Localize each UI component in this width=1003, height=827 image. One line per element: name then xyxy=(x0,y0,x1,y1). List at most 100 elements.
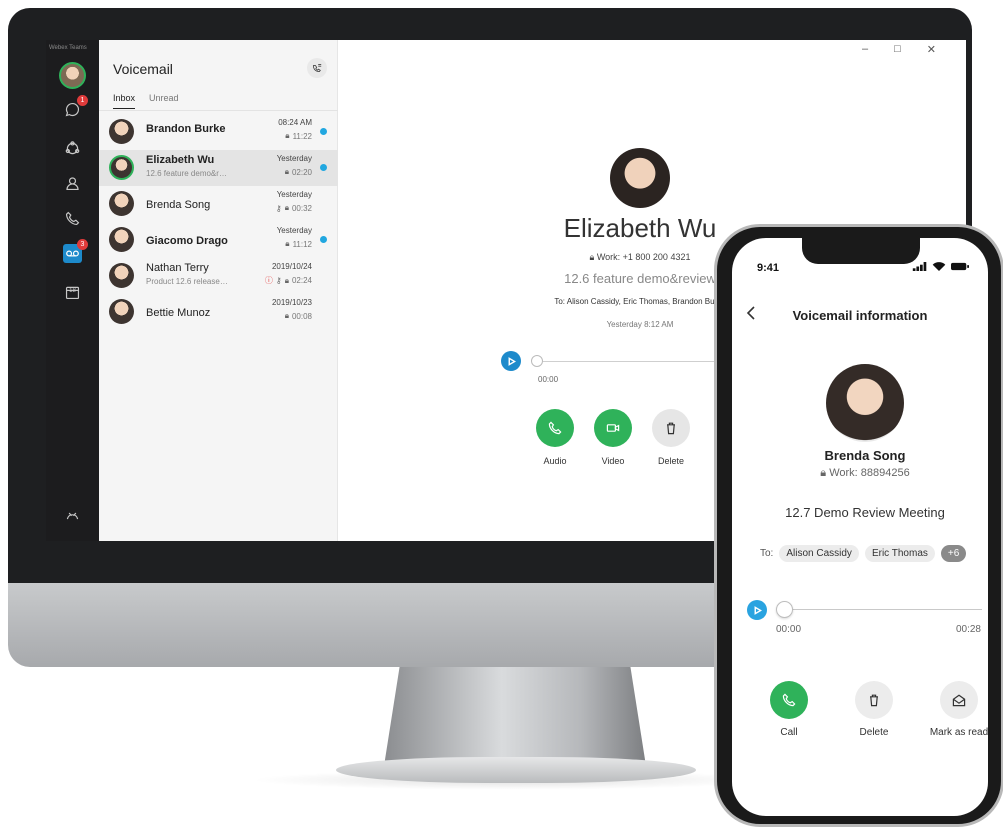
teams-icon xyxy=(65,141,80,155)
list-item[interactable]: Brandon Burke 08:24 AM 🔒︎ 11:22 xyxy=(99,114,338,150)
tab-unread[interactable]: Unread xyxy=(149,93,179,109)
status-icons xyxy=(912,262,970,271)
lock-icon: 🔒︎ xyxy=(284,167,289,176)
playback-track[interactable] xyxy=(784,609,982,610)
alert-icon: ⓘ xyxy=(264,276,273,285)
playback-scrubber[interactable] xyxy=(531,355,543,367)
play-icon xyxy=(508,356,516,366)
user-avatar[interactable] xyxy=(59,62,86,89)
contact-name: Brenda Song xyxy=(824,448,906,463)
list-item[interactable]: Nathan Terry Product 12.6 release p... 2… xyxy=(99,258,338,294)
playback-scrubber[interactable] xyxy=(776,601,793,618)
phone-icon xyxy=(548,421,562,435)
item-name: Brandon Burke xyxy=(146,123,226,135)
play-icon xyxy=(754,605,762,615)
list-item[interactable]: Brenda Song Yesterday ⚷ 🔒︎ 00:32 xyxy=(99,186,338,222)
rail-item-teams[interactable] xyxy=(63,139,82,158)
item-duration-wrap: ⚷ 🔒︎ 00:32 xyxy=(276,203,312,213)
item-duration: 00:08 xyxy=(291,311,312,321)
work-number-text: Work: +1 800 200 4321 xyxy=(596,252,691,262)
audio-label: Audio xyxy=(543,456,567,466)
list-item[interactable]: Bettie Munoz 2019/10/23 🔒︎ 00:08 xyxy=(99,294,338,330)
rail-item-messaging[interactable]: 1 xyxy=(63,95,88,119)
delete-button[interactable]: Delete xyxy=(651,409,691,466)
play-button[interactable] xyxy=(747,600,767,620)
list-item[interactable]: Giacomo Drago Yesterday 🔒︎ 11:12 xyxy=(99,222,338,258)
mobile-actions: Call Delete Mark as read xyxy=(754,681,988,738)
avatar xyxy=(109,263,134,288)
rail-item-call-settings[interactable] xyxy=(63,507,82,526)
item-date: 2019/10/24 xyxy=(271,262,312,271)
rail-item-voicemail[interactable]: 3 xyxy=(63,239,88,263)
item-subtitle: 12.6 feature demo&review xyxy=(146,169,230,178)
list-title: Voicemail xyxy=(113,61,173,77)
rail-item-calls[interactable] xyxy=(63,209,82,228)
messaging-badge: 1 xyxy=(77,95,88,106)
monitor-stand xyxy=(384,666,646,766)
item-name: Elizabeth Wu xyxy=(146,154,215,166)
item-subtitle: Product 12.6 release p... xyxy=(146,277,230,286)
item-duration: 02:24 xyxy=(291,276,312,285)
tabs-divider xyxy=(99,110,338,111)
app-name: Webex Teams xyxy=(49,45,87,51)
item-date: 08:24 AM xyxy=(278,118,312,127)
trash-icon xyxy=(870,694,878,707)
mobile-app-screen: 9:41 Voicemail information Brenda Song 🔒… xyxy=(732,238,988,816)
phone-icon xyxy=(65,211,80,226)
voicemail-subject: 12.7 Demo Review Meeting xyxy=(785,505,945,520)
call-label: Call xyxy=(780,727,798,738)
item-name: Giacomo Drago xyxy=(146,235,228,247)
delete-label: Delete xyxy=(859,727,889,738)
rail-item-contacts[interactable] xyxy=(63,174,82,193)
list-tabs: Inbox Unread xyxy=(113,93,179,109)
item-date: Yesterday xyxy=(276,190,312,199)
voicemail-rows: Brandon Burke 08:24 AM 🔒︎ 11:22 Elizabet… xyxy=(99,114,338,330)
wifi-icon xyxy=(932,262,946,271)
audio-call-button[interactable]: Audio xyxy=(535,409,575,466)
video-call-button[interactable]: Video xyxy=(593,409,633,466)
voicemail-list-pane: Voicemail Inbox Unread Brandon Burke 08:… xyxy=(99,40,338,541)
minimize-button[interactable]: – xyxy=(862,43,868,56)
playback-length: 00:28 xyxy=(955,624,981,635)
delete-label: Delete xyxy=(657,456,684,466)
item-duration: 11:12 xyxy=(292,239,312,249)
envelope-open-icon xyxy=(952,694,966,707)
mark-as-read-label: Mark as read xyxy=(929,727,988,738)
avatar xyxy=(109,191,134,216)
phone-icon xyxy=(782,693,796,707)
more-recipients-chip[interactable]: +6 xyxy=(940,545,967,562)
battery-icon xyxy=(951,262,969,271)
tab-inbox[interactable]: Inbox xyxy=(113,93,136,109)
window-controls: – □ ✕ xyxy=(862,43,936,56)
status-clock: 9:41 xyxy=(757,262,780,274)
recipient-chip[interactable]: Eric Thomas xyxy=(864,545,935,562)
mark-as-read-button[interactable]: Mark as read xyxy=(924,681,988,738)
to-label: To: xyxy=(760,548,774,559)
recipient-chip[interactable]: Alison Cassidy xyxy=(779,545,859,562)
lock-icon: 🔒︎ xyxy=(284,311,289,320)
lock-icon: 🔒︎ xyxy=(285,131,290,140)
phone-settings-icon xyxy=(312,63,322,73)
call-button[interactable]: Call xyxy=(754,681,824,738)
item-date: Yesterday xyxy=(276,226,312,235)
voicemail-settings-button[interactable] xyxy=(307,58,327,78)
calendar-day: 18 xyxy=(69,288,76,294)
playback-track[interactable] xyxy=(537,361,737,362)
item-duration-wrap: 🔒︎ 00:08 xyxy=(285,311,312,321)
item-date: Yesterday xyxy=(276,154,312,163)
play-button[interactable] xyxy=(501,351,521,371)
avatar xyxy=(109,299,134,324)
item-duration-wrap: 🔒︎ 11:12 xyxy=(285,239,312,249)
lock-icon: 🔒︎ xyxy=(820,467,830,479)
list-item[interactable]: Elizabeth Wu 12.6 feature demo&review Ye… xyxy=(99,150,338,186)
screen-title: Voicemail information xyxy=(792,308,928,323)
delete-button[interactable]: Delete xyxy=(839,681,909,738)
contact-avatar xyxy=(826,364,904,442)
close-button[interactable]: ✕ xyxy=(927,43,936,56)
work-number-text: Work: 88894256 xyxy=(829,467,910,479)
item-name: Brenda Song xyxy=(146,199,211,211)
phone-device: 9:41 Voicemail information Brenda Song 🔒… xyxy=(714,224,1003,827)
rail-item-calendar[interactable]: 18 xyxy=(63,283,82,302)
avatar xyxy=(109,227,134,252)
maximize-button[interactable]: □ xyxy=(894,43,901,56)
